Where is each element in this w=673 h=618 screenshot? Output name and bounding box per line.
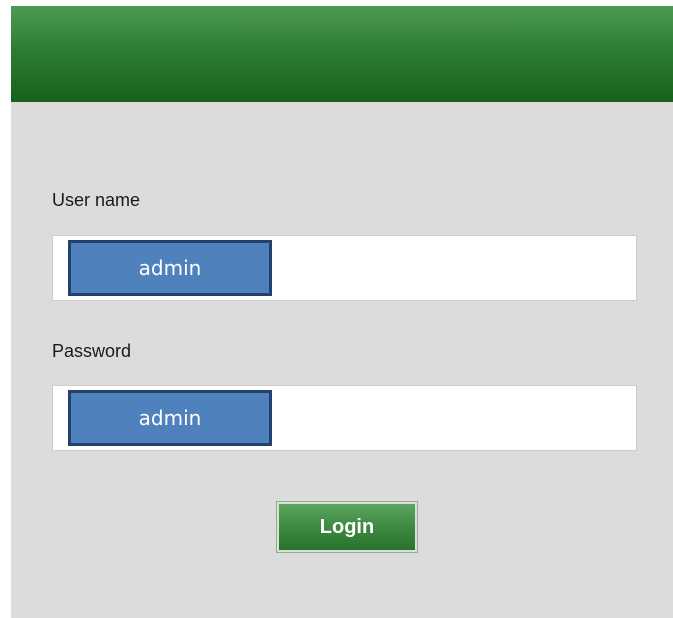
header-bar: [11, 6, 673, 102]
username-field[interactable]: admin: [52, 235, 637, 301]
login-button[interactable]: Login: [276, 501, 418, 553]
password-value: admin: [68, 390, 272, 446]
login-panel: User name admin Password admin Login: [11, 6, 673, 618]
username-label: User name: [52, 190, 141, 210]
username-value: admin: [68, 240, 272, 296]
password-label: Password: [52, 341, 132, 361]
password-field[interactable]: admin: [52, 385, 637, 451]
